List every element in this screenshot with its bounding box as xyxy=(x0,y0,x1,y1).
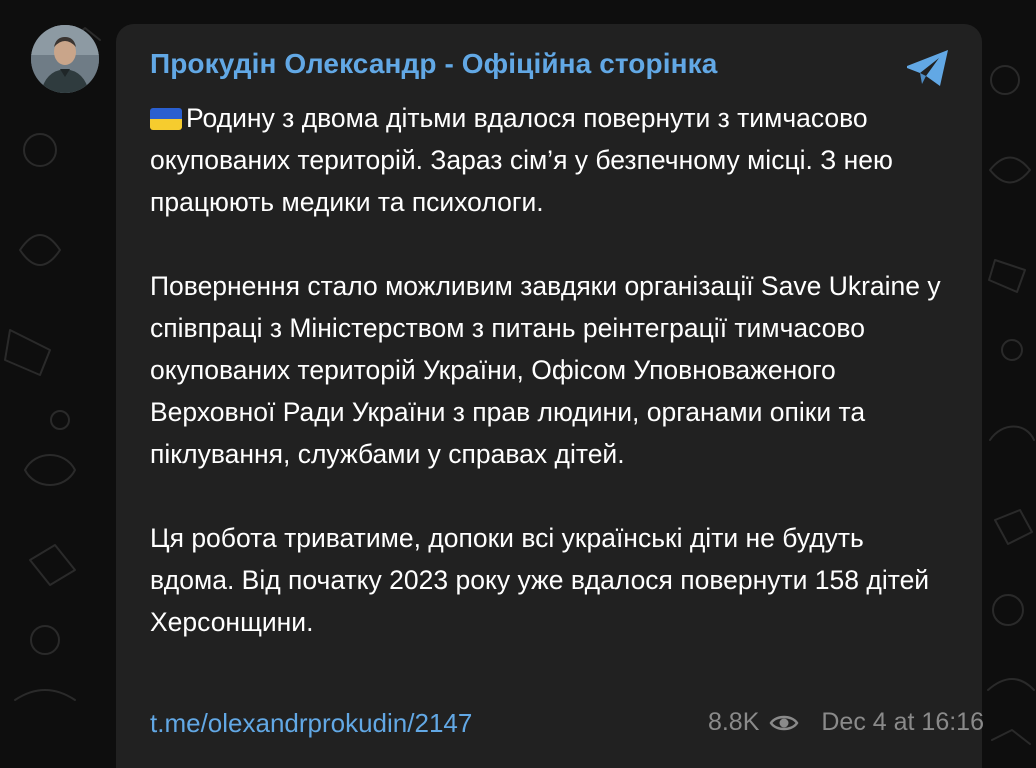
message-paragraph-3: Ця робота триватиме, допоки всі українсь… xyxy=(150,523,930,637)
message-bubble: Прокудін Олександр - Офіційна сторінка Р… xyxy=(116,24,984,768)
view-count: 8.8K xyxy=(707,708,760,736)
message-meta: 8.8K Dec 4 at 16:16 xyxy=(708,708,984,737)
eye-icon xyxy=(769,715,799,730)
post-link[interactable]: t.me/olexandrprokudin/2147 xyxy=(150,708,472,739)
message-paragraph-1: Родину з двома дітьми вдалося повернути … xyxy=(150,103,893,217)
message-text: Родину з двома дітьми вдалося повернути … xyxy=(150,97,950,643)
channel-name[interactable]: Прокудін Олександр - Офіційна сторінка xyxy=(150,48,717,80)
message-footer: t.me/olexandrprokudin/2147 8.8K Dec 4 at… xyxy=(150,708,984,744)
ukraine-flag-icon xyxy=(150,108,182,130)
person-avatar-icon xyxy=(31,25,99,93)
channel-avatar[interactable] xyxy=(31,25,99,93)
telegram-send-icon[interactable] xyxy=(904,48,952,88)
message-timestamp: Dec 4 at 16:16 xyxy=(821,708,984,736)
message-paragraph-2: Повернення стало можливим завдяки органі… xyxy=(150,271,941,469)
